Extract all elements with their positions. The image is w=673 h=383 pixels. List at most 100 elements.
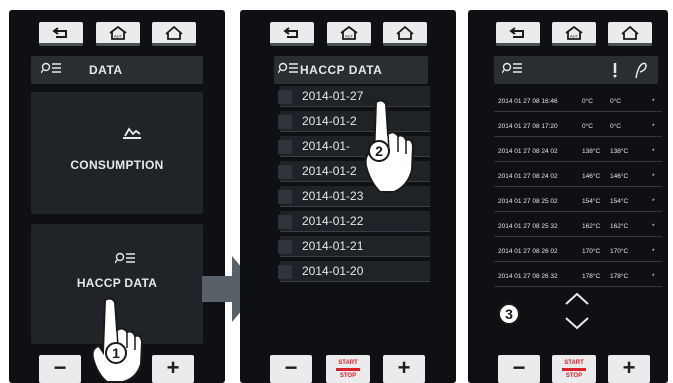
home-auto-button[interactable]: AUT xyxy=(327,22,371,46)
bottom-bar: − START STOP + xyxy=(240,355,456,383)
search-list-icon xyxy=(115,252,135,264)
date-label: 2014-01-2 xyxy=(302,164,357,178)
log-row: 2014 01 27 08 24 02 146°C 146°C * xyxy=(494,165,662,187)
checkbox[interactable] xyxy=(278,215,292,229)
log-temp2: 170°C xyxy=(610,248,629,255)
screen-haccp-log: AUT 2014 01 27 08 16:46 0°C 0°C * 2014 01 2… xyxy=(468,10,668,383)
date-row[interactable]: 2014-01-20 xyxy=(278,261,430,282)
date-row[interactable]: 2014-01-22 xyxy=(278,211,430,232)
log-row: 2014 01 27 08 25 02 154°C 154°C * xyxy=(494,190,662,212)
date-row[interactable]: 2014-01-21 xyxy=(278,236,430,257)
checkbox[interactable] xyxy=(278,265,292,279)
back-icon xyxy=(52,26,67,38)
log-temp2: 162°C xyxy=(610,223,629,230)
svg-text:AUT: AUT xyxy=(570,33,579,38)
date-label: 2014-01-22 xyxy=(302,214,364,228)
back-button[interactable] xyxy=(270,22,314,46)
checkbox[interactable] xyxy=(278,90,292,104)
home-auto-button[interactable]: AUT xyxy=(552,22,596,46)
home-button[interactable] xyxy=(383,22,427,46)
log-temp1: 0°C xyxy=(582,123,593,130)
log-time: 2014 01 27 08 24 02 xyxy=(498,173,558,180)
search-list-icon xyxy=(278,62,298,74)
step-badge-3: 3 xyxy=(498,303,520,325)
checkbox[interactable] xyxy=(278,115,292,129)
stop-label: STOP xyxy=(565,373,583,379)
log-temp2: 0°C xyxy=(610,98,621,105)
back-button[interactable] xyxy=(496,22,540,46)
plus-button[interactable]: + xyxy=(383,355,425,383)
plus-button[interactable]: + xyxy=(608,355,650,383)
consumption-button[interactable]: CONSUMPTION xyxy=(31,92,203,214)
start-label: START xyxy=(564,360,584,366)
log-row: 2014 01 27 08 17:20 0°C 0°C * xyxy=(494,115,662,137)
log-time: 2014 01 27 08 26 32 xyxy=(498,273,558,280)
step-badge-1: 1 xyxy=(105,342,127,364)
home-icon xyxy=(621,25,639,40)
start-label: START xyxy=(338,360,358,366)
log-flag: * xyxy=(652,273,655,280)
top-nav-bar: AUT xyxy=(240,22,456,46)
search-list-icon xyxy=(41,62,61,74)
log-time: 2014 01 27 08 24 02 xyxy=(498,148,558,155)
step-badge-2: 2 xyxy=(368,140,390,162)
back-icon xyxy=(509,26,524,38)
search-list-icon xyxy=(502,62,522,74)
date-label: 2014-01-21 xyxy=(302,239,364,253)
log-time: 2014 01 27 08 17:20 xyxy=(498,123,558,130)
log-flag: * xyxy=(652,198,655,205)
log-row: 2014 01 27 08 25 32 162°C 162°C * xyxy=(494,215,662,237)
log-time: 2014 01 27 08 26 02 xyxy=(498,248,558,255)
home-auto-icon: AUT xyxy=(340,25,358,40)
screen-data-menu: AUT DATA CONSUMPTION HACCP DATA − + 1 xyxy=(9,10,225,383)
log-temp1: 146°C xyxy=(582,173,601,180)
haccp-header: HACCP DATA xyxy=(274,56,428,84)
pointing-hand-icon xyxy=(91,297,144,383)
log-flag: * xyxy=(652,223,655,230)
log-row: 2014 01 27 08 26 02 170°C 170°C * xyxy=(494,240,662,262)
start-stop-button[interactable]: START STOP xyxy=(326,355,370,383)
start-stop-button[interactable]: START STOP xyxy=(552,355,596,383)
home-icon xyxy=(165,25,183,40)
log-temp2: 138°C xyxy=(610,148,629,155)
probe-icon xyxy=(613,63,617,78)
log-temp2: 0°C xyxy=(610,123,621,130)
scroll-down-icon[interactable] xyxy=(564,316,590,330)
top-nav-bar: AUT xyxy=(468,22,668,46)
back-icon xyxy=(283,26,298,38)
minus-button[interactable]: − xyxy=(39,355,81,383)
checkbox[interactable] xyxy=(278,140,292,154)
haccp-data-label: HACCP DATA xyxy=(76,276,158,290)
checkbox[interactable] xyxy=(278,240,292,254)
screen-haccp-dates: AUT HACCP DATA 2014-01-27 2014-01-2 2014… xyxy=(240,10,456,383)
log-flag: * xyxy=(652,248,655,255)
checkbox[interactable] xyxy=(278,165,292,179)
minus-button[interactable]: − xyxy=(498,355,540,383)
home-auto-button[interactable]: AUT xyxy=(96,22,140,46)
log-time: 2014 01 27 08 25 02 xyxy=(498,198,558,205)
start-stop-divider xyxy=(336,368,360,371)
log-temp1: 138°C xyxy=(582,148,601,155)
plus-button[interactable]: + xyxy=(152,355,194,383)
home-auto-icon: AUT xyxy=(109,25,127,40)
log-row: 2014 01 27 08 24 02 138°C 138°C * xyxy=(494,140,662,162)
log-temp1: 0°C xyxy=(582,98,593,105)
start-stop-divider xyxy=(562,368,586,371)
bottom-bar: − START STOP + xyxy=(468,355,668,383)
checkbox[interactable] xyxy=(278,190,292,204)
header-title: DATA xyxy=(89,63,123,77)
home-button[interactable] xyxy=(152,22,196,46)
stop-label: STOP xyxy=(339,373,357,379)
consumption-chart-icon xyxy=(123,127,141,139)
log-temp1: 178°C xyxy=(582,273,601,280)
log-temp1: 154°C xyxy=(582,198,601,205)
header-title: HACCP DATA xyxy=(300,63,383,77)
log-flag: * xyxy=(652,123,655,130)
home-button[interactable] xyxy=(608,22,652,46)
scroll-up-icon[interactable] xyxy=(564,292,590,306)
minus-button[interactable]: − xyxy=(270,355,312,383)
curve-icon xyxy=(635,62,647,79)
date-label: 2014-01-27 xyxy=(302,89,364,103)
log-flag: * xyxy=(652,173,655,180)
back-button[interactable] xyxy=(39,22,83,46)
